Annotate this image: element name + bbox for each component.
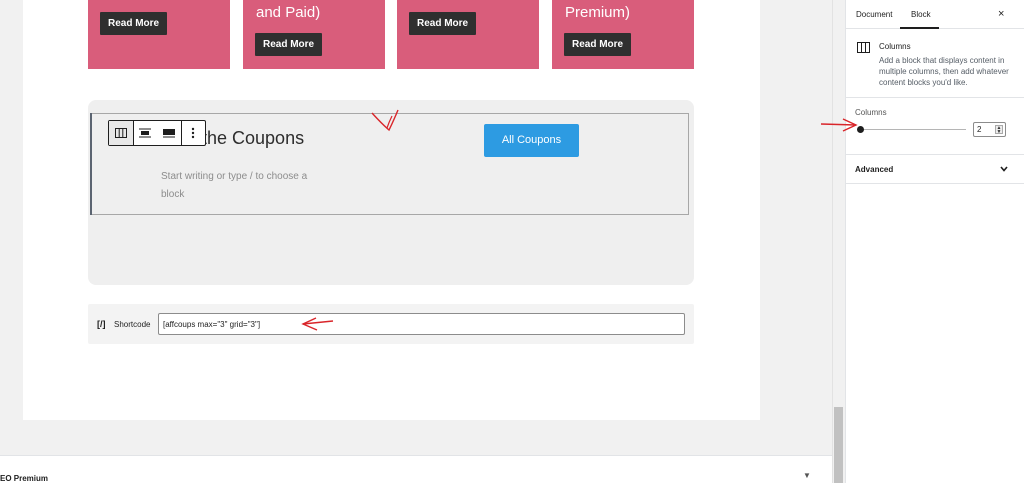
selected-indicator [90, 113, 92, 215]
coupon-card-title: and Paid) [256, 4, 321, 21]
block-card-description: Add a block that displays content in mul… [879, 56, 1009, 87]
divider [845, 154, 1024, 155]
columns-icon [857, 42, 870, 53]
shortcode-label: Shortcode [114, 320, 151, 329]
advanced-panel-toggle[interactable]: Advanced [855, 165, 893, 174]
read-more-button[interactable]: Read More [409, 12, 477, 35]
columns-number-input[interactable]: 2 ▲ ▼ [973, 122, 1006, 137]
block-placeholder[interactable]: Start writing or type / to choose a bloc… [161, 168, 321, 204]
columns-number-value: 2 [977, 125, 982, 134]
block-toolbar [108, 120, 206, 146]
columns-range-handle[interactable] [857, 126, 864, 133]
align-full-icon[interactable] [157, 121, 181, 145]
divider [845, 183, 1024, 184]
active-tab-indicator [900, 27, 939, 29]
coupon-card-3[interactable]: Read More [397, 0, 539, 69]
tab-block[interactable]: Block [911, 10, 931, 19]
tab-document[interactable]: Document [856, 10, 892, 19]
all-coupons-button[interactable]: All Coupons [484, 124, 579, 157]
meta-box-toggle-icon[interactable]: ▼ [803, 471, 811, 480]
block-card-title: Columns [879, 42, 911, 51]
spinner-icon[interactable]: ▲ ▼ [995, 125, 1003, 135]
columns-range-track[interactable] [860, 129, 966, 130]
chevron-down-icon[interactable] [1000, 166, 1008, 172]
read-more-button[interactable]: Read More [100, 12, 168, 35]
coupon-card-2[interactable]: and Paid) Read More [243, 0, 385, 69]
read-more-button[interactable]: Read More [255, 33, 323, 56]
coupon-card-title: Premium) [565, 4, 631, 21]
align-wide-icon[interactable] [134, 121, 158, 145]
shortcode-icon: [/] [97, 319, 106, 329]
close-icon[interactable]: × [998, 8, 1004, 20]
more-options-icon[interactable] [182, 121, 206, 145]
meta-box-panel[interactable] [0, 455, 832, 483]
read-more-button[interactable]: Read More [564, 33, 632, 56]
columns-icon[interactable] [109, 121, 133, 145]
shortcode-input[interactable] [158, 313, 685, 335]
meta-box-title[interactable]: EO Premium [0, 474, 48, 483]
scrollbar-thumb[interactable] [834, 407, 843, 483]
divider [845, 97, 1024, 98]
coupon-card-1[interactable]: Read More [88, 0, 230, 69]
columns-setting-label: Columns [855, 108, 887, 117]
coupon-card-4[interactable]: Premium) Read More [552, 0, 694, 69]
